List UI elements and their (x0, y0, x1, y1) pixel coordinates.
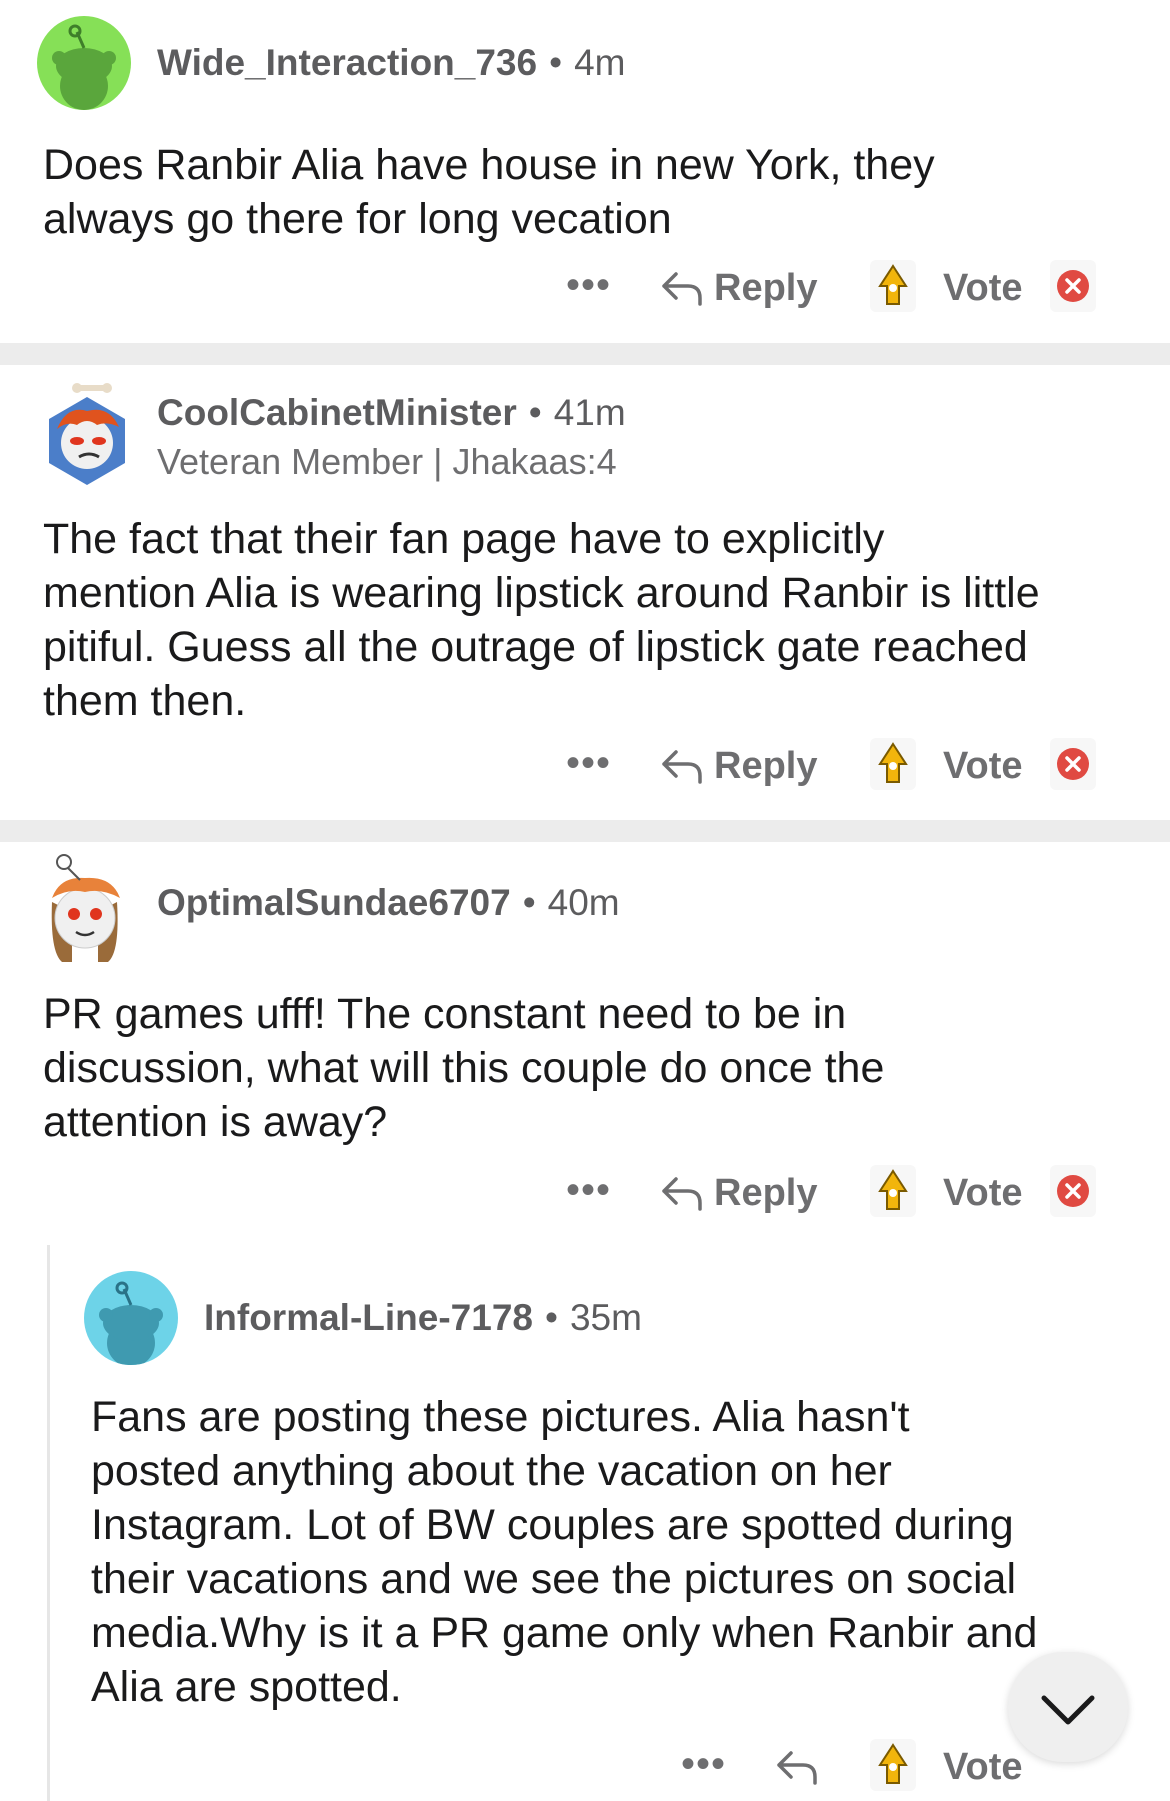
upvote-button[interactable] (870, 738, 916, 790)
comment-line: attention is away? (43, 1098, 388, 1146)
snoo-avatar-icon (99, 1281, 163, 1365)
comment-actions: ••• Reply Vote (0, 260, 1170, 320)
comment-line: pitiful. Guess all the outrage of lipsti… (43, 623, 1028, 671)
separator-dot: • (528, 392, 542, 433)
reply-label: Reply (714, 1171, 818, 1214)
comment-line: media.Why is it a PR game only when Ranb… (91, 1609, 1038, 1657)
user-flair: Veteran Member | Jhakaas:4 (157, 441, 617, 482)
vote-label: Vote (943, 1172, 1023, 1214)
username[interactable]: Wide_Interaction_736 (157, 42, 537, 84)
snoo-avatar-icon (52, 24, 116, 110)
comment-line: discussion, what will this couple do onc… (43, 1044, 885, 1092)
comment-line: Fans are posting these pictures. Alia ha… (91, 1393, 910, 1441)
comment-divider (0, 820, 1170, 842)
more-options-button[interactable]: ••• (566, 738, 611, 788)
comment-divider (0, 343, 1170, 365)
reply-button[interactable]: Reply (660, 260, 817, 316)
downvote-icon (1057, 1175, 1089, 1207)
snoo-avatar-icon (49, 383, 125, 485)
comment-header: Informal-Line-7178 • 35m (204, 1297, 642, 1339)
comment-line: their vacations and we see the pictures … (91, 1555, 1017, 1603)
separator-dot: • (522, 882, 536, 923)
comment-actions: ••• Reply Vote (0, 738, 1170, 798)
downvote-button[interactable] (1050, 1165, 1096, 1217)
comment-line: mention Alia is wearing lipstick around … (43, 569, 1040, 617)
reply-arrow-icon (662, 750, 702, 784)
avatar[interactable] (84, 1271, 178, 1365)
reply-button[interactable]: Reply (660, 738, 817, 794)
nested-comment: Informal-Line-7178 • 35m Fans are postin… (0, 1265, 1170, 1801)
comment-line: Instagram. Lot of BW couples are spotted… (91, 1501, 1014, 1549)
upvote-icon (878, 1169, 908, 1210)
reply-arrow-icon (777, 1751, 817, 1785)
comment-header: CoolCabinetMinister • 41m (157, 392, 626, 434)
upvote-icon (878, 264, 908, 305)
comment-line: always go there for long vecation (43, 195, 672, 243)
comment-line: posted anything about the vacation on he… (91, 1447, 892, 1495)
vote-label: Vote (943, 267, 1023, 309)
comment: CoolCabinetMinister • 41m Veteran Member… (0, 365, 1170, 820)
timestamp: 4m (574, 42, 626, 83)
chevron-down-icon (1041, 1695, 1095, 1725)
separator-dot: • (549, 42, 563, 83)
vote-label: Vote (943, 745, 1023, 787)
comment-actions: ••• Vote (0, 1739, 1170, 1799)
comment-line: them then. (43, 677, 247, 725)
upvote-button[interactable] (870, 1165, 916, 1217)
downvote-icon (1057, 748, 1089, 780)
reply-button[interactable]: Reply (660, 1165, 817, 1221)
username[interactable]: CoolCabinetMinister (157, 392, 517, 434)
username[interactable]: Informal-Line-7178 (204, 1297, 533, 1339)
reply-button[interactable] (775, 1739, 819, 1795)
avatar[interactable] (37, 377, 137, 487)
reply-label: Reply (714, 266, 818, 309)
avatar[interactable] (37, 16, 131, 110)
comment-line: Does Ranbir Alia have house in new York,… (43, 141, 935, 189)
downvote-button[interactable] (1050, 738, 1096, 790)
comment-body: Does Ranbir Alia have house in new York,… (43, 138, 935, 246)
comment-actions: ••• Reply Vote (0, 1165, 1170, 1225)
comment-line: Alia are spotted. (91, 1663, 402, 1711)
reply-label: Reply (714, 744, 818, 787)
upvote-button[interactable] (870, 260, 916, 312)
reply-arrow-icon (662, 1177, 702, 1211)
more-options-button[interactable]: ••• (566, 1165, 611, 1215)
upvote-icon (878, 742, 908, 783)
comment-header: Wide_Interaction_736 • 4m (157, 42, 625, 84)
timestamp: 41m (553, 392, 626, 433)
avatar[interactable] (32, 852, 137, 967)
timestamp: 35m (569, 1297, 642, 1338)
upvote-button[interactable] (870, 1739, 916, 1791)
reply-arrow-icon (662, 272, 702, 306)
more-options-button[interactable]: ••• (681, 1739, 726, 1789)
comment-body: PR games ufff! The constant need to be i… (43, 987, 884, 1149)
comment-header: OptimalSundae6707 • 40m (157, 882, 620, 924)
comment-line: PR games ufff! The constant need to be i… (43, 990, 847, 1038)
separator-dot: • (544, 1297, 558, 1338)
comment-body: Fans are posting these pictures. Alia ha… (91, 1390, 1037, 1714)
timestamp: 40m (547, 882, 620, 923)
comment-body: The fact that their fan page have to exp… (43, 512, 1040, 728)
snoo-avatar-icon (51, 854, 120, 962)
upvote-icon (878, 1743, 908, 1784)
collapse-thread-button[interactable] (1008, 1652, 1128, 1762)
downvote-icon (1057, 270, 1089, 302)
downvote-button[interactable] (1050, 260, 1096, 312)
comment: Wide_Interaction_736 • 4m Does Ranbir Al… (0, 0, 1170, 340)
more-options-button[interactable]: ••• (566, 260, 611, 310)
username[interactable]: OptimalSundae6707 (157, 882, 511, 924)
comment-line: The fact that their fan page have to exp… (43, 515, 885, 563)
comment: OptimalSundae6707 • 40m PR games ufff! T… (0, 842, 1170, 1242)
